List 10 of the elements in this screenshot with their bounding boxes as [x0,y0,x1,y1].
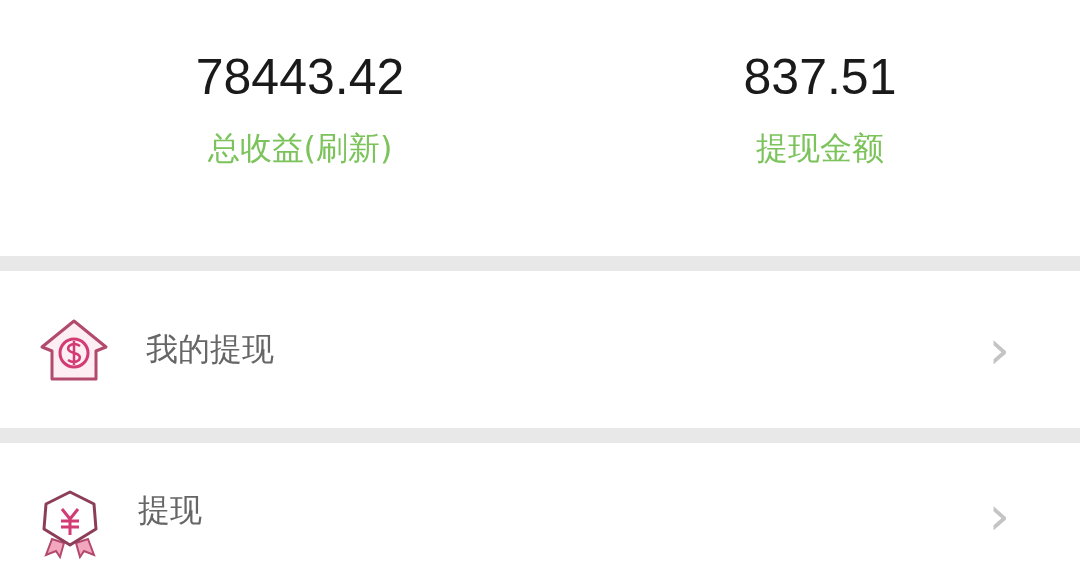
amount-label: 总收益(刷新) [207,132,393,164]
amount-label: 提现金额 [756,132,884,164]
menu-item-label: 我的提现 [146,328,275,370]
menu-item[interactable]: 我的提现 › [0,270,1080,429]
amount-value: 837.51 [743,52,897,102]
chevron-right-icon: › [988,322,1010,377]
amount-value: 78443.42 [195,52,405,102]
chevron-right-icon: › [988,489,1010,544]
menu-item-label: 提现 [138,490,203,532]
menu-item[interactable]: 提现 › [0,443,1080,572]
